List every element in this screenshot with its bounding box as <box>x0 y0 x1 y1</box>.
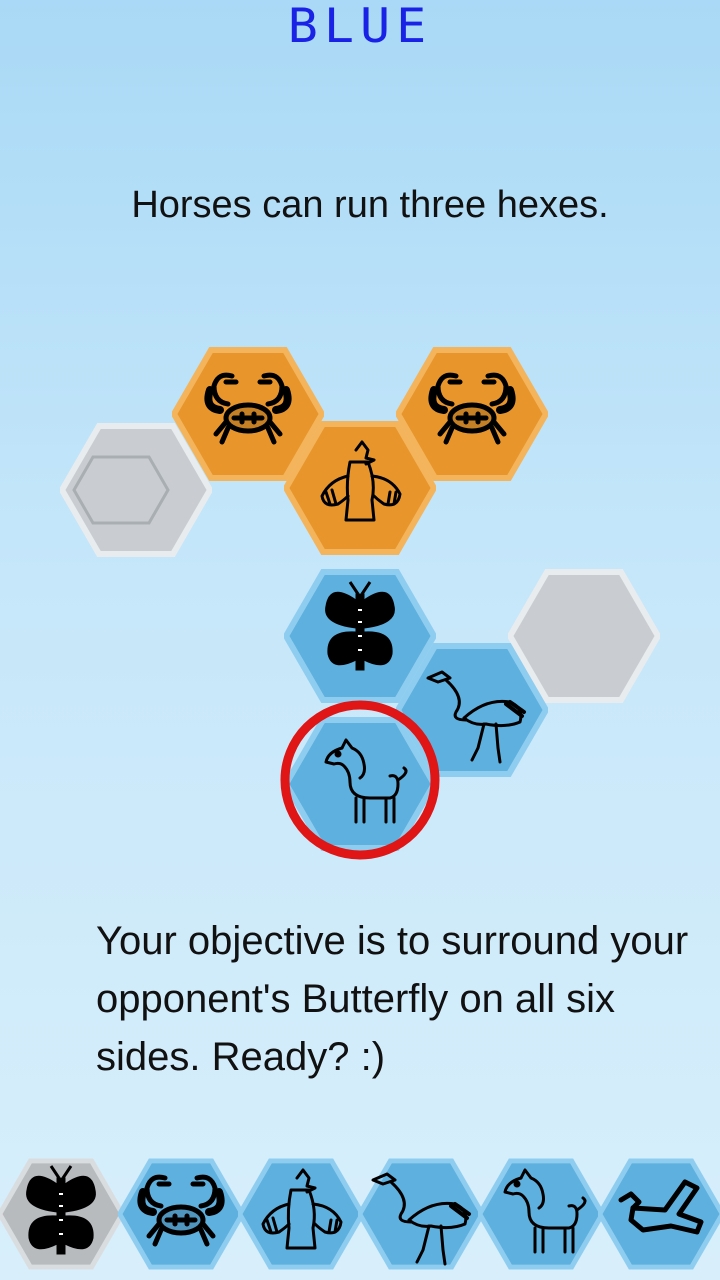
tray-piece-heron[interactable] <box>360 1161 483 1267</box>
tray-piece-crab[interactable] <box>120 1161 243 1267</box>
objective-text: Your objective is to surround your oppon… <box>96 919 689 1079</box>
tray-piece-butterfly[interactable] <box>0 1161 122 1267</box>
tray-piece-dove[interactable] <box>600 1161 720 1267</box>
board-tile-empty[interactable] <box>62 426 210 554</box>
tray-piece-bird[interactable] <box>240 1161 363 1267</box>
piece-tray[interactable] <box>0 1150 720 1280</box>
tray-piece-horse[interactable] <box>480 1161 603 1267</box>
